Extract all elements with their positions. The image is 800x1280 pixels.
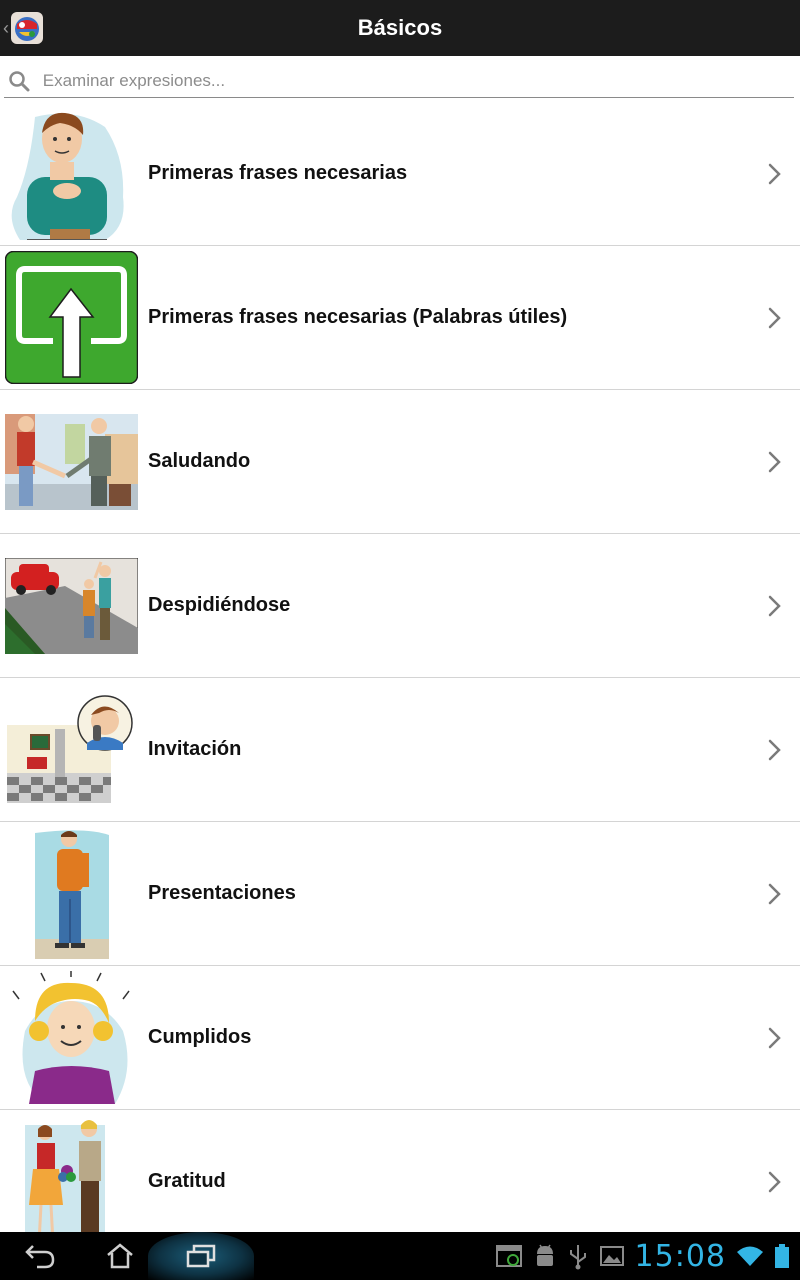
- system-navigation-bar: 15:08: [0, 1232, 800, 1280]
- gift-giving-illustration: [5, 1115, 138, 1232]
- recent-apps-icon: [186, 1244, 216, 1268]
- list-item-label: Cumplidos: [148, 1026, 252, 1048]
- smiling-woman-illustration: [5, 971, 138, 1104]
- app-screen: ‹ Básicos Examinar expresiones... Primer…: [0, 0, 800, 1280]
- list-item[interactable]: Gratitud: [0, 1110, 800, 1232]
- search-input[interactable]: [34, 70, 794, 91]
- chevron-right-icon: [768, 739, 781, 760]
- list-item[interactable]: Saludando: [0, 390, 800, 534]
- list-item[interactable]: Cumplidos: [0, 966, 800, 1110]
- search-bar: [0, 56, 800, 102]
- page-title: Básicos: [357, 15, 443, 40]
- list-item-label: Gratitud: [148, 1170, 226, 1192]
- list-item[interactable]: Presentaciones: [0, 822, 800, 966]
- home-button[interactable]: [90, 1232, 150, 1280]
- clock: 15:08: [634, 1238, 726, 1274]
- app-logo-icon: [11, 12, 43, 44]
- list-item-label: Saludando: [148, 450, 251, 472]
- man-introducing-illustration: [5, 827, 138, 960]
- chevron-right-icon: [768, 883, 781, 904]
- phrase-category-list: Primeras frases necesarias Primeras fras…: [0, 102, 800, 1232]
- chevron-right-icon: [768, 163, 781, 184]
- chevron-right-icon: [768, 451, 781, 472]
- handshake-illustration: [5, 395, 138, 528]
- up-button[interactable]: ‹: [0, 0, 52, 56]
- back-button[interactable]: [10, 1232, 70, 1280]
- list-item[interactable]: Despidiéndose: [0, 534, 800, 678]
- list-item[interactable]: Primeras frases necesarias (Palabras úti…: [0, 246, 800, 390]
- battery-icon: [775, 1244, 789, 1268]
- list-item-label: Primeras frases necesarias: [148, 162, 408, 184]
- list-item-label: Invitación: [148, 738, 242, 760]
- list-item-label: Primeras frases necesarias (Palabras úti…: [148, 306, 568, 328]
- recent-apps-button[interactable]: [171, 1232, 231, 1280]
- man-greeting-illustration: [5, 107, 138, 240]
- android-debug-icon: [536, 1244, 553, 1266]
- gallery-icon: [599, 1246, 624, 1266]
- search-field: [4, 64, 794, 98]
- home-icon: [107, 1243, 133, 1269]
- chevron-right-icon: [768, 1027, 781, 1048]
- phone-invitation-illustration: [5, 683, 138, 816]
- green-arrow-illustration: [5, 251, 138, 384]
- chevron-right-icon: [768, 1171, 781, 1192]
- waving-goodbye-illustration: [5, 539, 138, 672]
- chevron-right-icon: [768, 595, 781, 616]
- back-icon: [25, 1245, 55, 1269]
- screenshot-notification-icon: [495, 1245, 522, 1267]
- usb-icon: [569, 1245, 586, 1270]
- action-bar: ‹ Básicos: [0, 0, 800, 56]
- back-chevron-icon: ‹: [3, 17, 9, 38]
- list-item-label: Despidiéndose: [148, 594, 291, 616]
- status-area: 15:08: [495, 1232, 790, 1280]
- search-icon: [4, 67, 35, 95]
- wifi-icon: [737, 1246, 763, 1266]
- chevron-right-icon: [768, 307, 781, 328]
- list-item[interactable]: Primeras frases necesarias: [0, 102, 800, 246]
- list-item-label: Presentaciones: [148, 882, 296, 904]
- list-item[interactable]: Invitación: [0, 678, 800, 822]
